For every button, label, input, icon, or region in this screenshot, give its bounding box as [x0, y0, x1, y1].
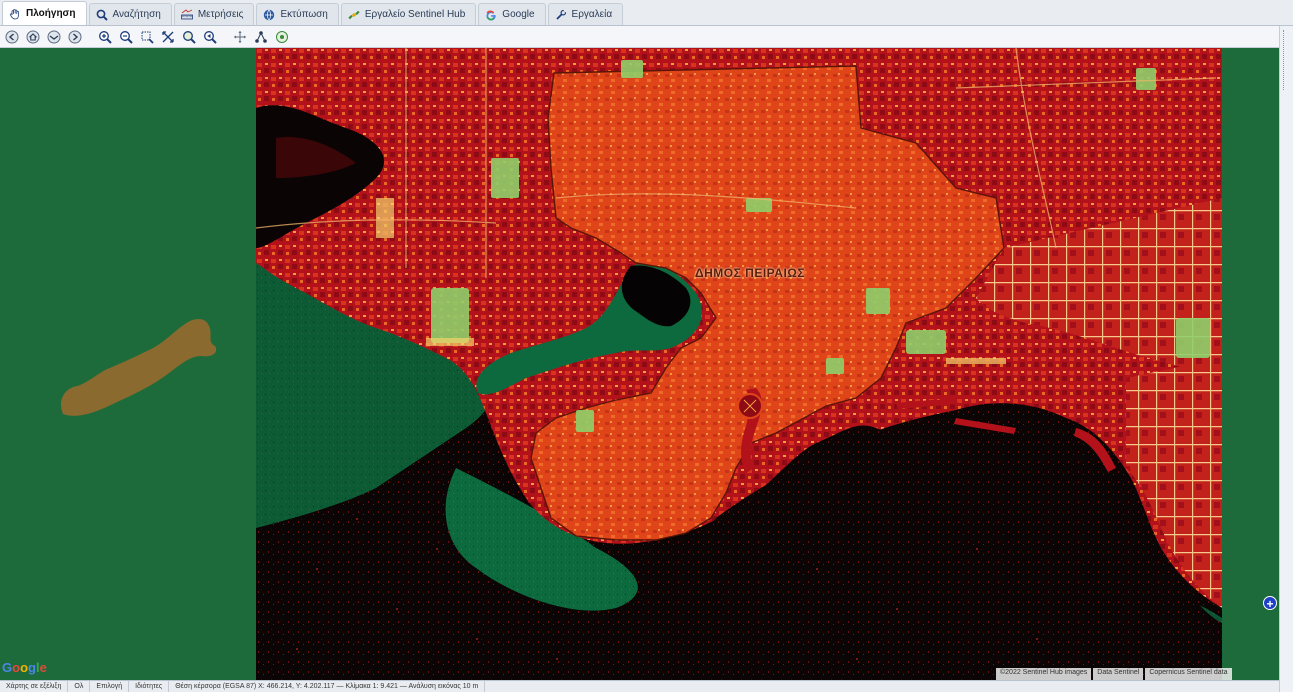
zoom-out-icon [120, 30, 133, 44]
status-bar: Χάρτης σε εξέλιξη Ολ Επιλογή Ιδιότητες Θ… [0, 680, 1279, 692]
attribution-item[interactable]: Copernicus Sentinel data [1145, 668, 1232, 680]
tab-label: Πλοήγηση [26, 8, 76, 19]
refresh-icon [276, 30, 288, 43]
home-icon [26, 30, 40, 43]
satellite-icon [348, 10, 360, 19]
attribution-item[interactable]: Data Sentinel [1093, 668, 1144, 680]
tab-label: Αναζήτηση [112, 9, 161, 20]
tab-label: Μετρήσεις [197, 9, 244, 20]
side-panel-gutter[interactable] [1279, 26, 1293, 692]
zoom-in-icon [99, 30, 112, 44]
status-mode[interactable]: Ολ [68, 681, 91, 692]
zoom-extent-button[interactable] [138, 28, 156, 46]
google-logo: Google [2, 660, 47, 675]
tab-sentinel-hub[interactable]: Εργαλείο Sentinel Hub [340, 3, 477, 25]
network-button[interactable] [252, 28, 270, 46]
zoom-previous-button[interactable] [201, 28, 219, 46]
zoom-out-button[interactable] [117, 28, 135, 46]
zoom-in-map-button[interactable]: + [1263, 596, 1277, 611]
tools-icon [555, 9, 567, 20]
zoom-in-button[interactable] [96, 28, 114, 46]
gis-application: Πλοήγηση Αναζήτηση Μετρήσεις Εκτύπωση Ερ… [0, 0, 1293, 692]
full-extent-icon [162, 30, 174, 43]
tab-measurements[interactable]: Μετρήσεις [173, 3, 255, 25]
forward-icon [68, 30, 82, 43]
navigation-toolbar [0, 26, 1293, 48]
globe-print-icon [264, 9, 275, 20]
refresh-button[interactable] [273, 28, 291, 46]
map-canvas[interactable]: ΔΗΜΟΣ ΠΕΙΡΑΙΩΣ Google ©2022 Sentinel Hub… [0, 48, 1279, 680]
tab-label: Google [502, 9, 535, 20]
ndvi-raster-image [256, 48, 1222, 680]
network-icon [255, 30, 267, 43]
tab-tools[interactable]: Εργαλεία [547, 3, 624, 25]
zoom-previous-icon [204, 30, 217, 44]
map-attribution: ©2022 Sentinel Hub images Data Sentinel … [996, 668, 1232, 680]
globe-button[interactable] [45, 28, 63, 46]
magnifier-icon [96, 9, 108, 21]
tab-label: Εκτύπωση [280, 9, 328, 20]
back-button[interactable] [3, 28, 21, 46]
status-selection[interactable]: Επιλογή [90, 681, 130, 692]
home-button[interactable] [24, 28, 42, 46]
island-shape [60, 319, 217, 416]
back-icon [5, 30, 19, 43]
tab-search[interactable]: Αναζήτηση [88, 3, 172, 25]
status-message: Χάρτης σε εξέλιξη [0, 681, 69, 692]
hand-pan-icon [10, 8, 19, 19]
ruler-measure-icon [180, 8, 193, 19]
tab-google[interactable]: Google [478, 3, 546, 25]
zoom-selection-icon [183, 30, 196, 44]
tab-label: Εργαλεία [571, 9, 613, 20]
tab-label: Εργαλείο Sentinel Hub [364, 9, 466, 20]
attribution-item[interactable]: ©2022 Sentinel Hub images [996, 668, 1092, 680]
full-extent-button[interactable] [159, 28, 177, 46]
tab-navigation[interactable]: Πλοήγηση [2, 1, 87, 25]
globe-icon [47, 30, 61, 43]
gutter-grip[interactable] [1283, 30, 1290, 90]
municipality-label: ΔΗΜΟΣ ΠΕΙΡΑΙΩΣ [695, 266, 806, 280]
pan-icon [234, 30, 246, 43]
zoom-selection-button[interactable] [180, 28, 198, 46]
ribbon-tab-bar: Πλοήγηση Αναζήτηση Μετρήσεις Εκτύπωση Ερ… [0, 0, 1293, 26]
tab-print[interactable]: Εκτύπωση [256, 3, 339, 25]
status-cursor-coordinates: Θέση κέρσορα (EGSA 87) X: 466.214, Y: 4.… [169, 681, 486, 692]
google-g-icon [486, 10, 496, 20]
status-properties[interactable]: Ιδιότητες [129, 681, 170, 692]
zoom-extent-icon [141, 31, 154, 44]
pan-button[interactable] [231, 28, 249, 46]
forward-button[interactable] [66, 28, 84, 46]
